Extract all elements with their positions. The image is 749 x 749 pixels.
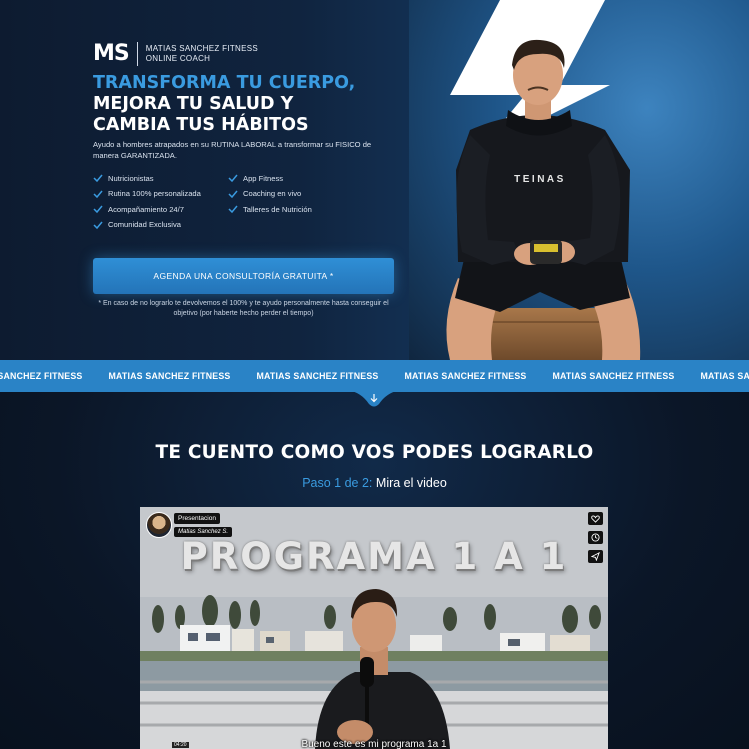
step-prefix: Paso 1 de 2: bbox=[302, 476, 373, 490]
heart-icon bbox=[591, 514, 600, 523]
feature-label: Nutricionistas bbox=[108, 173, 154, 183]
feature-label: Acompañamiento 24/7 bbox=[108, 204, 184, 214]
headline-accent: TRANSFORMA TU CUERPO, bbox=[93, 73, 356, 93]
check-icon bbox=[228, 205, 238, 214]
feature-item: Nutricionistas bbox=[93, 173, 228, 183]
hero-section: TEINAS MS MATIAS SANCHEZ FITNESS ONLINE … bbox=[0, 0, 749, 360]
check-icon bbox=[228, 190, 238, 198]
hero-intro: Ayudo a hombres atrapados en su RUTINA L… bbox=[93, 140, 372, 160]
brand-logo: MS bbox=[93, 42, 138, 66]
scroll-down-button[interactable] bbox=[347, 390, 401, 408]
feature-item: App Fitness bbox=[228, 173, 368, 183]
feature-label: Rutina 100% personalizada bbox=[108, 189, 201, 198]
marquee-item: MATIAS SANCHEZ FITNESS bbox=[256, 371, 379, 381]
check-icon bbox=[93, 221, 103, 229]
athlete-photo: TEINAS bbox=[446, 39, 641, 360]
brand-tagline: ONLINE COACH bbox=[145, 54, 211, 63]
marquee-item: MATIAS SANCHEZ FITNESS bbox=[552, 371, 675, 381]
check-icon bbox=[228, 174, 238, 183]
marquee-item: MATIAS SANCHEZ FITNESS bbox=[700, 371, 749, 381]
video-heading: PROGRAMA 1 A 1 bbox=[180, 535, 568, 578]
video-subtitle: Bueno este es mi programa 1a 1 bbox=[301, 739, 447, 749]
feature-item: Talleres de Nutrición bbox=[228, 204, 368, 214]
feature-label: Comunidad Exclusiva bbox=[108, 220, 182, 229]
feature-item: Comunidad Exclusiva bbox=[93, 220, 228, 230]
check-icon bbox=[93, 190, 103, 198]
feature-label: App Fitness bbox=[243, 173, 284, 183]
marquee-item: MATIAS SANCHEZ FITNESS bbox=[108, 371, 231, 381]
feature-label: Talleres de Nutrición bbox=[243, 204, 312, 214]
like-button[interactable] bbox=[588, 512, 603, 525]
marquee-item: MATIAS SANCHEZ FITNESS bbox=[404, 371, 527, 381]
brand-marquee: MATIAS SANCHEZ FITNESS MATIAS SANCHEZ FI… bbox=[0, 360, 749, 392]
step-indicator: Paso 1 de 2: Mira el video bbox=[0, 476, 749, 490]
brand-text: MATIAS SANCHEZ FITNESS ONLINE COACH bbox=[138, 44, 258, 64]
hero-headline: TRANSFORMA TU CUERPO, MEJORA TU SALUD Y … bbox=[93, 73, 355, 136]
marquee-item: MATIAS SANCHEZ FITNESS bbox=[0, 371, 83, 381]
feature-label: Coaching en vivo bbox=[243, 189, 302, 198]
section-title: TE CUENTO COMO VOS PODES LOGRARLO bbox=[155, 442, 594, 463]
feature-list: Nutricionistas App Fitness Rutina 100% p… bbox=[93, 173, 383, 230]
brand-name: MATIAS SANCHEZ FITNESS bbox=[145, 44, 258, 53]
video-channel-label[interactable]: Presentacion bbox=[174, 513, 220, 524]
marquee-track: MATIAS SANCHEZ FITNESS MATIAS SANCHEZ FI… bbox=[0, 360, 749, 392]
hoodie-text: TEINAS bbox=[514, 174, 566, 185]
brand[interactable]: MS MATIAS SANCHEZ FITNESS ONLINE COACH bbox=[93, 42, 258, 66]
headline-line2: MEJORA TU SALUD Y bbox=[93, 94, 294, 114]
headline-line3: CAMBIA TUS HÁBITOS bbox=[93, 115, 309, 135]
feature-item: Acompañamiento 24/7 bbox=[93, 204, 228, 214]
video-player[interactable]: Presentacion Matias Sanchez S. PROGRAMA … bbox=[140, 507, 608, 749]
step-text: Mira el video bbox=[375, 476, 447, 490]
check-icon bbox=[93, 174, 103, 183]
guarantee-note: * En caso de no lograrlo te devolvemos e… bbox=[98, 300, 389, 317]
feature-item: Rutina 100% personalizada bbox=[93, 189, 228, 199]
book-consultation-button[interactable]: AGENDA UNA CONSULTORÍA GRATUITA * bbox=[93, 258, 394, 294]
feature-item: Coaching en vivo bbox=[228, 189, 368, 199]
check-icon bbox=[93, 205, 103, 214]
